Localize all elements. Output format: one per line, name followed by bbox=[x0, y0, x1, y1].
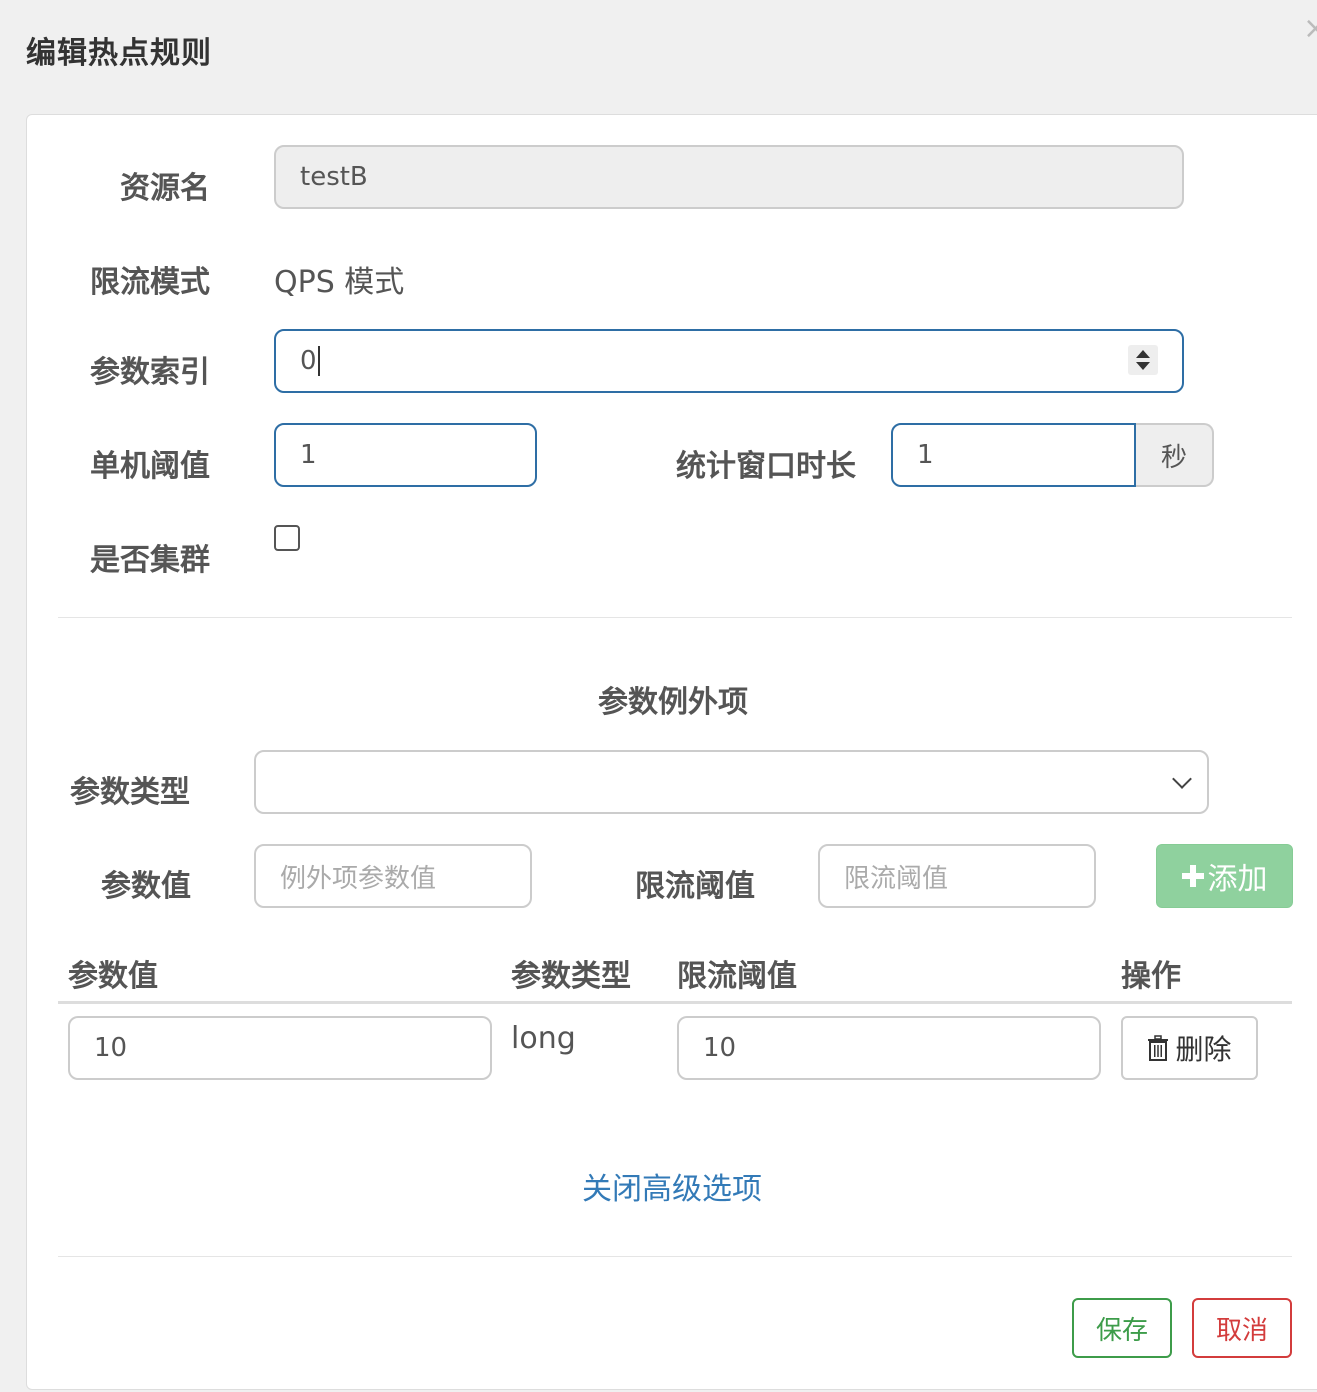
limit-label: 限流阈值 bbox=[635, 869, 755, 904]
limit-placeholder: 限流阈值 bbox=[844, 863, 949, 894]
param-value-label: 参数值 bbox=[101, 869, 191, 904]
close-icon[interactable]: × bbox=[1303, 14, 1317, 44]
cancel-button[interactable]: 取消 bbox=[1192, 1298, 1292, 1358]
footer-divider bbox=[58, 1256, 1292, 1257]
exceptions-title: 参数例外项 bbox=[598, 685, 748, 720]
param-index-value: 0 bbox=[300, 346, 317, 376]
add-button[interactable]: 添加 bbox=[1156, 844, 1293, 908]
toggle-advanced-link[interactable]: 关闭高级选项 bbox=[582, 1164, 762, 1208]
mode-value: QPS 模式 bbox=[274, 265, 405, 300]
param-type-label: 参数类型 bbox=[70, 775, 190, 810]
window-label: 统计窗口时长 bbox=[676, 449, 856, 484]
window-value: 1 bbox=[917, 440, 934, 470]
window-unit-addon: 秒 bbox=[1136, 423, 1214, 487]
param-index-input[interactable]: 0 bbox=[274, 329, 1184, 393]
row-limit-input[interactable]: 10 bbox=[677, 1016, 1101, 1080]
resource-field: testB bbox=[274, 145, 1184, 209]
add-button-label: 添加 bbox=[1207, 862, 1268, 897]
dialog-title: 编辑热点规则 bbox=[26, 36, 212, 71]
param-type-select[interactable] bbox=[254, 750, 1209, 814]
trash-icon bbox=[1148, 1035, 1169, 1061]
table-header-param-type: 参数类型 bbox=[511, 959, 631, 994]
window-unit: 秒 bbox=[1160, 442, 1187, 473]
limit-input[interactable]: 限流阈值 bbox=[818, 844, 1096, 908]
resource-value: testB bbox=[300, 162, 368, 192]
threshold-label: 单机阈值 bbox=[90, 449, 210, 484]
save-button[interactable]: 保存 bbox=[1072, 1298, 1172, 1358]
row-param-value-input[interactable]: 10 bbox=[68, 1016, 492, 1080]
divider bbox=[58, 617, 1292, 618]
cluster-checkbox[interactable] bbox=[274, 525, 300, 551]
number-spinner[interactable] bbox=[1128, 345, 1158, 375]
plus-icon bbox=[1181, 865, 1204, 887]
table-header-limit: 限流阈值 bbox=[677, 959, 797, 994]
table-header-param-value: 参数值 bbox=[68, 959, 158, 994]
param-value-placeholder: 例外项参数值 bbox=[280, 863, 437, 894]
mode-label: 限流模式 bbox=[90, 265, 210, 300]
text-caret bbox=[317, 346, 320, 376]
table-header-action: 操作 bbox=[1121, 959, 1181, 994]
table-header-divider bbox=[58, 1001, 1292, 1004]
cluster-label: 是否集群 bbox=[90, 543, 210, 578]
threshold-value: 1 bbox=[300, 440, 317, 470]
param-value-input[interactable]: 例外项参数值 bbox=[254, 844, 532, 908]
delete-button-label: 删除 bbox=[1175, 1033, 1232, 1066]
row-limit: 10 bbox=[703, 1033, 737, 1063]
param-index-label: 参数索引 bbox=[90, 355, 210, 390]
row-param-value: 10 bbox=[94, 1033, 128, 1063]
window-input[interactable]: 1 bbox=[891, 423, 1136, 487]
chevron-down-icon bbox=[1172, 769, 1192, 789]
delete-button[interactable]: 删除 bbox=[1121, 1016, 1258, 1080]
resource-label: 资源名 bbox=[120, 171, 210, 206]
row-param-type: long bbox=[511, 1021, 576, 1056]
threshold-input[interactable]: 1 bbox=[274, 423, 537, 487]
